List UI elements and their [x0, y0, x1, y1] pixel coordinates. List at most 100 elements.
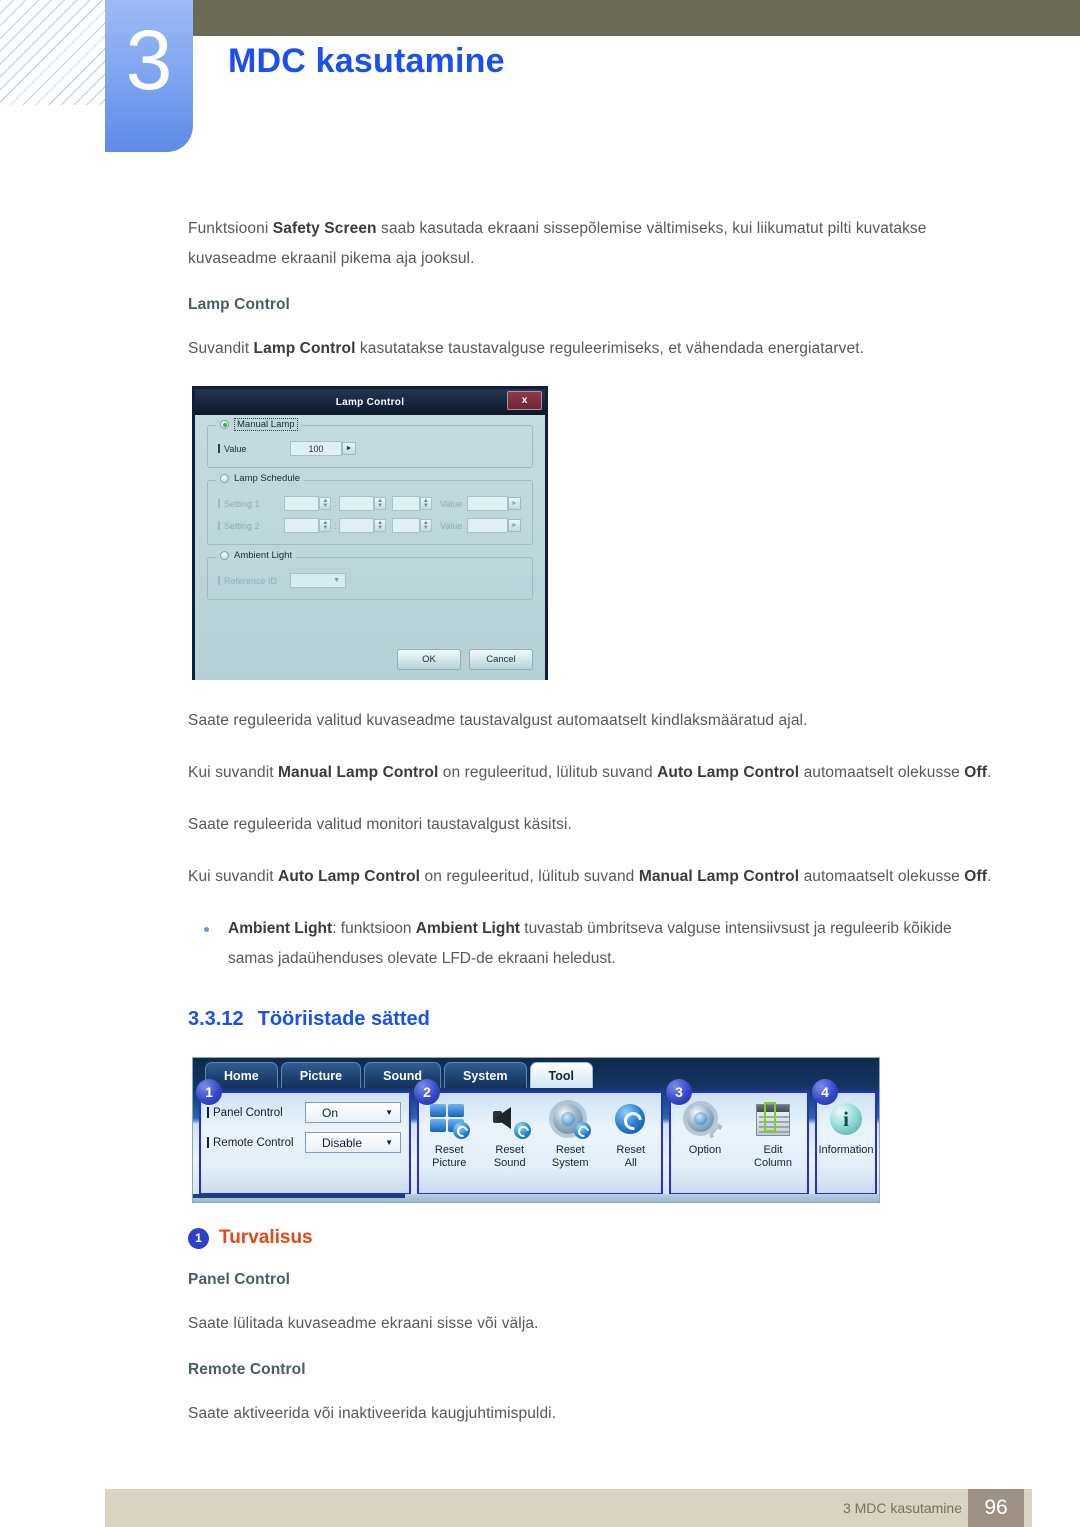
lamp-schedule-option[interactable]: Lamp Schedule: [216, 473, 305, 484]
setting2-label: Setting 2: [218, 521, 284, 531]
setting2-ampm-spinner-icon[interactable]: ▲ ▼: [419, 519, 432, 532]
remote-control-value: Disable: [322, 1135, 363, 1150]
remote-control-dropdown[interactable]: Disable ▼: [305, 1132, 401, 1153]
note4-bold-off: Off: [964, 868, 987, 885]
reference-id-dropdown[interactable]: ▼: [290, 573, 346, 588]
reset-system-caption-1: Reset: [555, 1144, 585, 1156]
radio-button-icon[interactable]: [220, 474, 229, 483]
remote-control-label: Remote Control: [207, 1137, 305, 1149]
chapter-title: MDC kasutamine: [228, 42, 505, 80]
setting1-row: Setting 1 ▲ ▼ : ▲ ▼ ▲ ▼ Value ►: [218, 495, 522, 512]
lamp-note-4: Kui suvandit Auto Lamp Control on regule…: [188, 862, 1000, 892]
reset-sound-button[interactable]: Reset Sound: [481, 1101, 539, 1170]
manual-lamp-group: Manual Lamp Value 100 ►: [207, 418, 533, 468]
lamp-note-3: Saate reguleerida valitud monitori taust…: [188, 816, 572, 833]
setting1-ampm-spinner-icon[interactable]: ▲ ▼: [419, 497, 432, 510]
ribbon-panel-reset: Reset Picture Reset Sound Reset System R…: [417, 1091, 663, 1195]
decorative-hatch-pattern: [0, 0, 105, 105]
reset-all-button[interactable]: Reset All: [602, 1101, 660, 1170]
section-title: Tööriistade sätted: [257, 1008, 430, 1030]
ambient-light-label: Ambient Light: [234, 550, 293, 561]
reset-all-caption-1: Reset: [616, 1144, 646, 1156]
ribbon-panel-option: Option Edit Column: [669, 1091, 809, 1195]
tab-picture[interactable]: Picture: [280, 1062, 362, 1088]
note2-mid: on reguleeritud, lülitub suvand: [438, 764, 658, 781]
lamp-note-1: Saate reguleerida valitud kuvaseadme tau…: [188, 712, 808, 729]
panel-control-dropdown[interactable]: On ▼: [305, 1102, 401, 1123]
note4-bold-auto: Auto Lamp Control: [278, 868, 421, 885]
setting2-hour-spinner-icon[interactable]: ▲ ▼: [319, 519, 332, 532]
setting2-minute-spinner-icon[interactable]: ▲ ▼: [373, 519, 387, 532]
radio-button-icon[interactable]: [220, 420, 229, 429]
panel-control-value: On: [322, 1105, 339, 1120]
manual-lamp-value-row: Value 100 ►: [218, 440, 522, 457]
manual-lamp-value-input[interactable]: 100: [290, 441, 342, 456]
setting1-minute-spinner-icon[interactable]: ▲ ▼: [373, 497, 387, 510]
ambient-light-group: Ambient Light Reference ID ▼: [207, 550, 533, 600]
callout-badge-1: 1: [196, 1079, 222, 1105]
spin-down-glyph: ▼: [377, 524, 384, 531]
reference-id-label: Reference ID: [218, 576, 290, 586]
option-button[interactable]: Option: [676, 1101, 734, 1157]
ambient-light-option[interactable]: Ambient Light: [216, 550, 297, 561]
setting1-minute-input[interactable]: [338, 496, 374, 511]
setting1-value-spinner-icon[interactable]: ►: [507, 497, 521, 510]
lamp-desc-bold: Lamp Control: [253, 340, 356, 357]
chapter-tab: 3: [105, 0, 193, 152]
list-item: Ambient Light: funktsioon Ambient Light …: [188, 914, 1000, 974]
lamp-desc-post: kasutatakse taustavalguse reguleerimisek…: [355, 340, 865, 357]
callout-badge-3: 3: [666, 1079, 692, 1105]
setting1-label: Setting 1: [218, 499, 284, 509]
lamp-schedule-label: Lamp Schedule: [234, 473, 301, 484]
note4-post: automaatselt olekusse: [799, 868, 965, 885]
lamp-desc-pre: Suvandit: [188, 340, 254, 357]
chevron-down-icon: ▼: [333, 577, 340, 584]
spin-down-glyph: ▼: [422, 502, 429, 509]
close-icon[interactable]: x: [507, 391, 542, 410]
lamp-control-heading: Lamp Control: [188, 296, 290, 313]
value-spinner-icon[interactable]: ►: [342, 442, 356, 455]
setting2-value-label: Value: [439, 520, 463, 531]
information-button[interactable]: i Information: [818, 1101, 874, 1157]
dialog-button-row: OK Cancel: [397, 649, 533, 670]
setting1-hour-spinner-icon[interactable]: ▲ ▼: [319, 497, 332, 510]
dialog-body: Manual Lamp Value 100 ► Lamp Schedule Se…: [195, 415, 545, 680]
reset-all-caption-2: All: [624, 1157, 637, 1169]
setting2-value-spinner-icon[interactable]: ►: [507, 519, 521, 532]
spin-down-glyph: ▼: [377, 502, 384, 509]
note2-pre: Kui suvandit: [188, 764, 279, 781]
security-title: Turvalisus: [219, 1227, 313, 1248]
manual-lamp-option[interactable]: Manual Lamp: [216, 418, 302, 431]
bullet-bold-2: Ambient Light: [415, 920, 520, 937]
setting1-value-input[interactable]: [467, 496, 508, 511]
remote-control-row: Remote Control Disable ▼: [207, 1132, 409, 1153]
setting2-minute-input[interactable]: [338, 518, 374, 533]
radio-button-icon[interactable]: [220, 551, 229, 560]
tab-tool[interactable]: Tool: [529, 1062, 593, 1088]
ok-button[interactable]: OK: [397, 649, 461, 670]
reset-system-button[interactable]: Reset System: [541, 1101, 599, 1170]
setting1-hour-input[interactable]: [284, 496, 320, 511]
reset-sound-icon: [489, 1101, 531, 1141]
panel-control-label: Panel Control: [207, 1107, 305, 1119]
setting2-hour-input[interactable]: [284, 518, 320, 533]
page-title: 3.3.12 Tööriistade sätted: [188, 1008, 1000, 1031]
setting1-value-label: Value: [439, 498, 463, 509]
spin-down-glyph: ▼: [322, 524, 329, 531]
chevron-down-icon: ▼: [385, 1108, 393, 1117]
setting2-value-input[interactable]: [467, 518, 508, 533]
cancel-button[interactable]: Cancel: [469, 649, 533, 670]
edit-column-button[interactable]: Edit Column: [744, 1101, 802, 1170]
tab-system[interactable]: System: [444, 1062, 527, 1088]
reset-picture-button[interactable]: Reset Picture: [420, 1101, 478, 1170]
section-number: 3.3.12: [188, 1008, 244, 1030]
ribbon-tab-bar: Home Picture Sound System Tool: [205, 1062, 593, 1088]
intro-bold-safety-screen: Safety Screen: [272, 220, 377, 237]
value-label: Value: [218, 444, 290, 454]
reset-button-group: Reset Picture Reset Sound Reset System R…: [419, 1093, 661, 1193]
setting1-ampm-input[interactable]: [392, 496, 420, 511]
setting2-ampm-input[interactable]: [392, 518, 420, 533]
information-button-group: i Information: [817, 1093, 875, 1193]
security-callout-heading: 1 Turvalisus: [188, 1227, 1000, 1249]
page-header: 3 MDC kasutamine: [0, 0, 1080, 160]
